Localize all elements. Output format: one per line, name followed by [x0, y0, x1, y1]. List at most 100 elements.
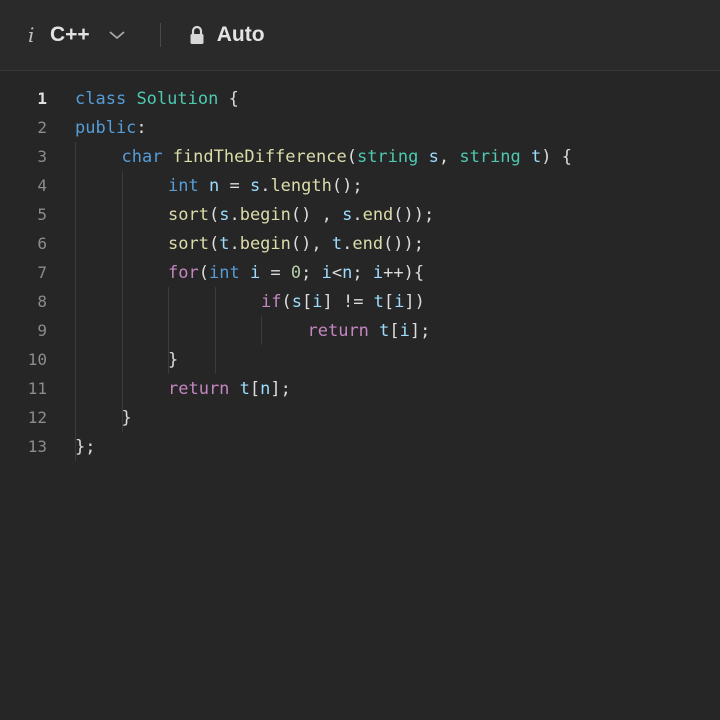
code-token: s — [428, 146, 439, 167]
code-line[interactable]: 2 public: — [0, 113, 720, 142]
code-token: = — [260, 262, 291, 283]
code-token: class — [75, 88, 127, 109]
code-token: begin — [239, 233, 291, 254]
code-line[interactable]: 5 sort(s.begin() , s.end()); — [0, 200, 720, 229]
code-token: }; — [75, 436, 96, 457]
code-token: for — [168, 262, 199, 283]
code-token: ]) — [404, 291, 425, 312]
code-token: [ — [383, 291, 395, 312]
code-line[interactable]: 3 char findTheDifference(string s, string… — [0, 142, 720, 171]
code-token: < — [331, 262, 343, 283]
code-line[interactable]: 9 return t[i]; — [0, 316, 720, 345]
code-token: return — [168, 378, 230, 399]
code-line[interactable]: 8 if(s[i] != t[i]) — [0, 287, 720, 316]
code-token: sort — [168, 204, 209, 225]
code-line[interactable]: 10} — [0, 345, 720, 374]
chevron-down-icon — [108, 29, 126, 41]
code-token: : — [136, 117, 147, 138]
code-token: t — [331, 233, 343, 254]
line-number: 2 — [37, 118, 47, 137]
code-token: int — [168, 175, 199, 196]
code-line[interactable]: 12} — [0, 403, 720, 432]
code-token: ; — [301, 262, 322, 283]
code-line[interactable]: 1 class Solution { — [0, 84, 720, 113]
code-line[interactable]: 11 return t[n]; — [0, 374, 720, 403]
code-token: n — [260, 378, 271, 399]
line-number: 10 — [27, 350, 47, 369]
code-text: sort(s.begin() , s.end()); — [168, 205, 434, 225]
code-token: . — [229, 233, 240, 254]
code-token: t — [219, 233, 230, 254]
code-token: (), — [290, 233, 332, 254]
code-token: ()); — [393, 204, 435, 225]
code-text: }; — [75, 437, 95, 457]
lock-icon — [189, 25, 205, 45]
code-text: for(int i = 0; i<n; i++){ — [168, 263, 424, 283]
code-token: ++){ — [383, 262, 425, 283]
code-token: () , — [290, 204, 343, 225]
code-token: { — [218, 88, 239, 109]
language-label: C++ — [50, 23, 90, 46]
line-number: 9 — [37, 321, 47, 340]
code-token: t — [373, 291, 384, 312]
code-line[interactable]: 4 int n = s.length(); — [0, 171, 720, 200]
line-number: 13 — [27, 437, 47, 456]
code-token: } — [168, 349, 179, 370]
code-token: length — [270, 175, 332, 196]
indent-guide — [261, 316, 262, 345]
code-text: return t[i]; — [308, 321, 431, 341]
code-token: i — [321, 262, 332, 283]
code-token: . — [229, 204, 240, 225]
code-token: sort — [168, 233, 209, 254]
code-token: ( — [346, 146, 357, 167]
line-number: 5 — [37, 205, 47, 224]
indent-guide — [121, 171, 123, 432]
code-token: s — [219, 204, 230, 225]
code-token: i — [372, 262, 384, 283]
code-token: = — [219, 175, 250, 196]
code-token: s — [291, 291, 302, 312]
code-token: i — [394, 291, 405, 312]
code-line[interactable]: 7 for(int i = 0; i<n; i++){ — [0, 258, 720, 287]
line-number: 1 — [37, 89, 47, 108]
language-selector[interactable]: i C++ — [28, 23, 126, 47]
code-token: ]; — [270, 378, 291, 399]
code-token: ; — [352, 262, 373, 283]
code-line[interactable]: 6 sort(t.begin(), t.end()); — [0, 229, 720, 258]
code-text: class Solution { — [75, 89, 239, 109]
mode-label: Auto — [216, 23, 265, 46]
code-token: string — [459, 146, 521, 167]
code-token: ()); — [383, 233, 425, 254]
toolbar-divider — [159, 23, 161, 47]
code-token: s — [249, 175, 261, 196]
code-token: [ — [301, 291, 313, 312]
code-editor[interactable]: 1 class Solution {2 public: 3 char findTheDi… — [0, 71, 720, 720]
line-number: 12 — [27, 408, 47, 427]
code-token: end — [362, 204, 394, 225]
code-token: begin — [239, 204, 291, 225]
code-token: t — [379, 320, 390, 341]
code-line[interactable]: 13}; — [0, 432, 720, 461]
code-token: } — [121, 407, 132, 428]
code-token: char — [121, 146, 163, 167]
code-text: public: — [75, 118, 147, 138]
code-token: n — [208, 175, 220, 196]
code-token: ] != — [322, 291, 374, 312]
code-token: , — [438, 146, 460, 167]
line-number: 4 — [37, 176, 47, 195]
code-token: return — [307, 320, 369, 341]
indent-guide — [75, 142, 76, 461]
code-token: i — [399, 320, 410, 341]
code-token: i — [312, 291, 323, 312]
code-text: if(s[i] != t[i]) — [261, 292, 425, 312]
indent-guide — [168, 287, 169, 374]
line-number: 3 — [37, 147, 47, 166]
code-token: n — [342, 262, 353, 283]
format-mode-button[interactable]: Auto — [189, 23, 265, 47]
